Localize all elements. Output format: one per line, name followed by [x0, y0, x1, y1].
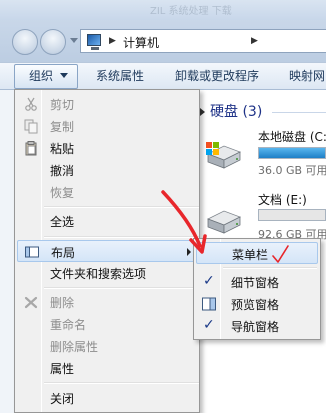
submenu-item-navigation-pane[interactable]: ✓ 导航窗格 — [196, 315, 318, 337]
menu-separator — [223, 267, 317, 269]
menu-item-label: 属性 — [50, 362, 75, 376]
hard-disk-group-header[interactable]: 硬盘 (3) — [190, 101, 326, 123]
organize-button[interactable]: 组织 — [14, 64, 78, 89]
submenu-item-label: 菜单栏 — [232, 248, 269, 262]
menu-item-label: 剪切 — [50, 98, 75, 112]
layout-icon — [25, 246, 39, 258]
collapse-arrow-icon[interactable] — [200, 108, 205, 116]
chevron-down-icon — [60, 73, 69, 78]
organize-menu: 剪切 复制 粘贴 撤消 恢复 全选 布局 文件夹和搜索选项 删除 重命名 删除属… — [14, 89, 200, 413]
menu-item-delete[interactable]: 删除 — [17, 291, 197, 313]
submenu-item-details-pane[interactable]: ✓ 细节窗格 — [196, 271, 318, 293]
menu-item-remove-properties[interactable]: 删除属性 — [17, 335, 197, 357]
menu-item-label: 关闭 — [50, 392, 75, 406]
menu-item-redo[interactable]: 恢复 — [17, 181, 197, 203]
title-bar: ZIL 系统处理 下载 ▶ 计算机 ▶ — [0, 0, 326, 62]
window-title: ZIL 系统处理 下载 — [150, 6, 232, 17]
title-strip: ZIL 系统处理 下载 — [0, 0, 326, 20]
paste-icon — [25, 141, 37, 156]
menu-item-label: 恢复 — [50, 186, 75, 200]
menu-item-rename[interactable]: 重命名 — [17, 313, 197, 335]
system-properties-button[interactable]: 系统属性 — [96, 63, 144, 90]
command-bar: 组织 系统属性 卸载或更改程序 映射网 — [0, 62, 326, 90]
menu-item-cut[interactable]: 剪切 — [17, 93, 197, 115]
submenu-item-label: 预览窗格 — [231, 298, 280, 312]
menu-separator — [44, 206, 199, 208]
computer-icon — [87, 34, 101, 50]
menu-separator — [44, 382, 199, 384]
capacity-bar — [258, 147, 326, 159]
hard-drive-icon — [207, 210, 241, 234]
menu-separator — [44, 287, 199, 289]
submenu-item-label: 导航窗格 — [231, 320, 280, 334]
drive-name: 本地磁盘 (C: — [258, 130, 326, 144]
drive-free-space: 36.0 GB 可用 — [258, 164, 326, 177]
menu-item-label: 全选 — [50, 215, 75, 229]
menu-item-select-all[interactable]: 全选 — [17, 210, 197, 232]
menu-item-label: 撤消 — [50, 164, 75, 178]
menu-item-undo[interactable]: 撤消 — [17, 159, 197, 181]
address-bar[interactable]: ▶ 计算机 ▶ — [80, 29, 326, 53]
submenu-item-preview-pane[interactable]: 预览窗格 — [196, 293, 318, 315]
scissors-icon — [25, 97, 37, 111]
checkmark-icon: ✓ — [203, 317, 215, 333]
delete-x-icon — [24, 296, 38, 309]
menu-item-label: 复制 — [50, 120, 75, 134]
submenu-item-menu-bar[interactable]: 菜单栏 — [196, 242, 318, 264]
capacity-fill — [259, 148, 325, 158]
preview-pane-icon — [202, 297, 216, 311]
capacity-bar — [258, 209, 326, 221]
menu-item-paste[interactable]: 粘贴 — [17, 137, 197, 159]
menu-separator — [44, 236, 199, 238]
breadcrumb-arrow-icon[interactable]: ▶ — [109, 36, 116, 46]
breadcrumb-arrow-icon[interactable]: ▶ — [251, 36, 258, 46]
hard-drive-icon — [206, 142, 241, 169]
submenu-item-label: 细节窗格 — [231, 276, 280, 290]
checkmark-icon: ✓ — [203, 273, 215, 289]
divider — [272, 112, 326, 113]
history-dropdown-icon[interactable] — [70, 38, 78, 43]
menu-item-label: 粘贴 — [50, 142, 75, 156]
breadcrumb-computer[interactable]: 计算机 — [123, 34, 159, 51]
layout-submenu: 菜单栏 ✓ 细节窗格 预览窗格 ✓ 导航窗格 — [193, 238, 321, 340]
map-network-drive-button[interactable]: 映射网 — [289, 63, 325, 90]
copy-icon — [24, 119, 38, 134]
forward-button[interactable] — [40, 29, 66, 55]
menu-item-label: 删除属性 — [50, 340, 99, 354]
drive-name: 文档 (E:) — [258, 193, 307, 207]
uninstall-program-button[interactable]: 卸载或更改程序 — [175, 63, 259, 90]
menu-item-copy[interactable]: 复制 — [17, 115, 197, 137]
menu-item-close[interactable]: 关闭 — [17, 387, 197, 409]
menu-item-label: 布局 — [51, 246, 76, 260]
organize-label: 组织 — [29, 69, 54, 83]
menu-item-folder-options[interactable]: 文件夹和搜索选项 — [17, 262, 197, 284]
menu-item-label: 文件夹和搜索选项 — [50, 267, 147, 281]
group-title: 硬盘 (3) — [210, 104, 263, 120]
menu-item-layout[interactable]: 布局 — [17, 240, 197, 262]
menu-item-label: 删除 — [50, 296, 75, 310]
submenu-arrow-icon — [187, 248, 191, 256]
back-button[interactable] — [12, 29, 38, 55]
menu-item-properties[interactable]: 属性 — [17, 357, 197, 379]
menu-item-label: 重命名 — [50, 318, 87, 332]
